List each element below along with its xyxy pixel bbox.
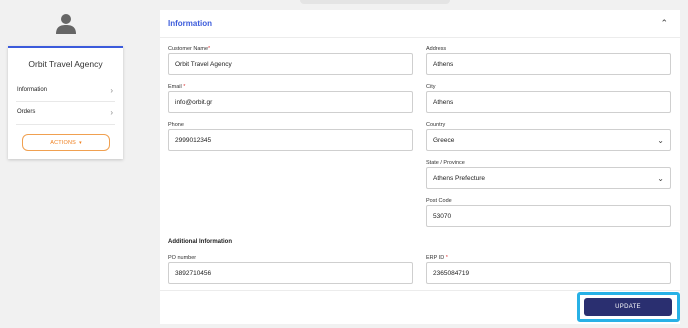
city-input[interactable]: Athens [426,91,671,113]
state-select[interactable]: Athens Prefecture ⌄ [426,167,671,189]
actions-button[interactable]: ACTIONS ▾ [22,134,110,151]
sidebar-item-label: Information [17,87,48,93]
email-label: Email * [168,84,186,90]
top-tab-strip [300,0,450,4]
panel-header[interactable]: Information ⌃ [160,10,680,38]
erp-id-input[interactable]: 2365084719 [426,262,671,284]
chevron-down-icon: ⌄ [657,173,664,183]
caret-down-icon: ▾ [79,139,82,146]
actions-button-label: ACTIONS [50,139,77,146]
country-label: Country [426,122,446,128]
post-code-label: Post Code [426,198,452,204]
customer-name-input[interactable]: Orbit Travel Agency [168,53,413,75]
chevron-right-icon: › [110,85,113,95]
erp-id-label: ERP ID * [426,255,448,261]
user-icon [56,14,76,34]
chevron-right-icon: › [110,107,113,117]
information-panel: Information ⌃ Customer Name* Orbit Trave… [160,10,680,324]
post-code-input[interactable]: 53070 [426,205,671,227]
sidebar-item-information[interactable]: Information › [8,80,123,100]
customer-name-heading: Orbit Travel Agency [28,59,103,69]
customer-card: Orbit Travel Agency Information › Orders… [8,46,123,159]
sidebar-item-orders[interactable]: Orders › [8,102,123,122]
address-input[interactable]: Athens [426,53,671,75]
address-label: Address [426,46,447,52]
city-label: City [426,84,436,90]
chevron-down-icon: ⌄ [657,135,664,145]
divider [160,290,680,291]
customer-name-label: Customer Name* [168,46,211,52]
panel-title: Information [168,19,212,28]
po-number-label: PO number [168,255,197,261]
additional-information-heading: Additional Information [168,239,232,245]
state-label: State / Province [426,160,465,166]
email-field[interactable]: info@orbit.gr [168,91,413,113]
update-button[interactable]: UPDATE [584,298,672,316]
sidebar-item-label: Orders [17,109,36,115]
divider [16,124,115,125]
po-number-input[interactable]: 3892710456 [168,262,413,284]
phone-label: Phone [168,122,184,128]
phone-input[interactable]: 2999012345 [168,129,413,151]
country-select[interactable]: Greece ⌄ [426,129,671,151]
customer-sidebar: Orbit Travel Agency Information › Orders… [0,0,130,328]
chevron-up-icon[interactable]: ⌃ [660,18,668,29]
